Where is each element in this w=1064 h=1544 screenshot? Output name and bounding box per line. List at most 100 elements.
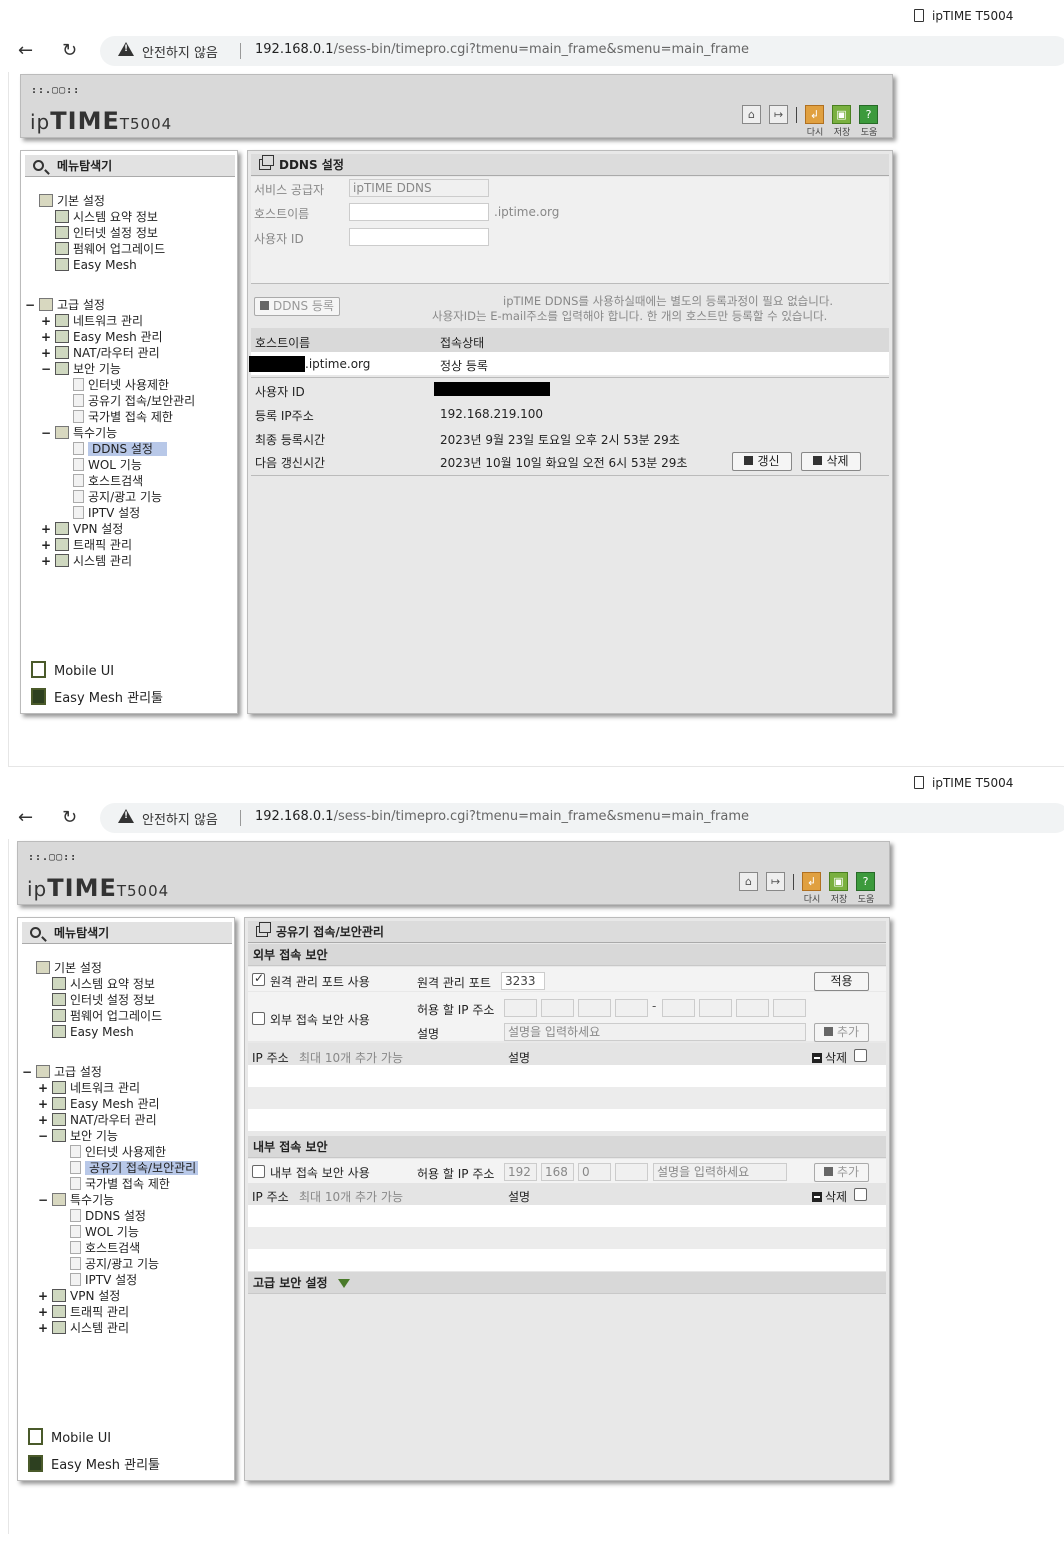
tree-system-summary[interactable]: 시스템 요약 정보 — [52, 976, 155, 992]
collapse-icon[interactable]: − — [38, 1192, 48, 1208]
back-arrow-icon[interactable]: ← — [18, 40, 33, 61]
tree-easymesh[interactable]: Easy Mesh — [55, 257, 137, 273]
tree-internet-info[interactable]: 인터넷 설정 정보 — [55, 225, 158, 241]
help-icon[interactable]: ? — [859, 105, 878, 124]
provider-field[interactable]: ipTIME DDNS — [349, 179, 489, 197]
ext-ip-end-1[interactable] — [662, 999, 695, 1017]
expand-icon[interactable]: + — [38, 1112, 48, 1128]
expand-icon[interactable]: + — [38, 1080, 48, 1096]
back-arrow-icon[interactable]: ← — [18, 807, 33, 828]
tree-internet-info[interactable]: 인터넷 설정 정보 — [52, 992, 155, 1008]
int-ip-1[interactable]: 192 — [504, 1163, 537, 1181]
expand-icon[interactable]: + — [38, 1096, 48, 1112]
browser-tab[interactable]: ipTIME T5004 — [914, 776, 1013, 790]
tree-wol[interactable]: WOL 기능 — [70, 1224, 139, 1240]
tree-advanced[interactable]: − 고급 설정 — [25, 297, 105, 313]
tree-notice[interactable]: 공지/광고 기능 — [73, 489, 162, 505]
external-security-checkbox[interactable] — [252, 1012, 265, 1025]
expand-icon[interactable]: + — [38, 1320, 48, 1336]
userid-input[interactable] — [349, 228, 489, 246]
tree-advanced[interactable]: − 고급 설정 — [22, 1064, 102, 1080]
int-delete-all[interactable]: 삭제 — [812, 1188, 847, 1205]
int-ip-2[interactable]: 168 — [541, 1163, 574, 1181]
ext-ip-start-4[interactable] — [615, 999, 648, 1017]
ext-select-all-checkbox[interactable] — [854, 1049, 867, 1062]
tree-country-limit[interactable]: 국가별 접속 제한 — [70, 1176, 170, 1192]
reload-icon[interactable]: ↻ — [62, 807, 77, 828]
triangle-down-icon[interactable] — [337, 1279, 350, 1288]
expand-icon[interactable]: + — [38, 1304, 48, 1320]
tree-ddns[interactable]: DDNS 설정 — [73, 441, 167, 457]
security-label[interactable]: 안전하지 않음 — [142, 42, 218, 61]
tree-special[interactable]: − 특수기능 — [38, 1192, 114, 1208]
tree-easymesh[interactable]: Easy Mesh — [52, 1024, 134, 1040]
tree-security[interactable]: − 보안 기능 — [41, 361, 121, 377]
security-label[interactable]: 안전하지 않음 — [142, 809, 218, 828]
tree-country-limit[interactable]: 국가별 접속 제한 — [73, 409, 173, 425]
expand-icon[interactable]: + — [41, 521, 51, 537]
collapse-icon[interactable]: − — [25, 297, 35, 313]
advanced-security-header[interactable]: 고급 보안 설정 — [248, 1272, 886, 1294]
tree-easymesh-mgmt[interactable]: + Easy Mesh 관리 — [41, 329, 163, 345]
expand-icon[interactable]: + — [41, 537, 51, 553]
tree-router-access[interactable]: 공유기 접속/보안관리 — [73, 393, 195, 409]
reload-config-icon[interactable]: ↲ — [805, 105, 824, 124]
save-icon[interactable]: ▣ — [832, 105, 851, 124]
internal-security-checkbox[interactable] — [252, 1165, 265, 1178]
expand-icon[interactable]: + — [38, 1288, 48, 1304]
tree-internet-limit[interactable]: 인터넷 사용제한 — [73, 377, 169, 393]
tree-nat[interactable]: + NAT/라우터 관리 — [41, 345, 160, 361]
tree-notice[interactable]: 공지/광고 기능 — [70, 1256, 159, 1272]
tree-vpn[interactable]: + VPN 설정 — [41, 521, 123, 537]
easymesh-tool-link[interactable]: Easy Mesh 관리툴 — [28, 1454, 160, 1473]
collapse-icon[interactable]: − — [22, 1064, 32, 1080]
ext-ip-end-4[interactable] — [773, 999, 806, 1017]
int-desc-input[interactable]: 설명을 입력하세요 — [653, 1163, 787, 1181]
browser-tab[interactable]: ipTIME T5004 — [914, 9, 1013, 23]
tree-easymesh-mgmt[interactable]: + Easy Mesh 관리 — [38, 1096, 160, 1112]
ext-ip-start-3[interactable] — [578, 999, 611, 1017]
ext-desc-input[interactable]: 설명을 입력하세요 — [504, 1023, 806, 1041]
url-text[interactable]: 192.168.0.1/sess-bin/timepro.cgi?tmenu=m… — [255, 42, 749, 57]
tree-system-summary[interactable]: 시스템 요약 정보 — [55, 209, 158, 225]
tree-special[interactable]: − 특수기능 — [41, 425, 117, 441]
mobile-ui-link[interactable]: Mobile UI — [28, 1428, 111, 1446]
expand-icon[interactable]: + — [41, 345, 51, 361]
tree-nat[interactable]: + NAT/라우터 관리 — [38, 1112, 157, 1128]
reload-icon[interactable]: ↻ — [62, 40, 77, 61]
address-bar[interactable]: 안전하지 않음 192.168.0.1/sess-bin/timepro.cgi… — [100, 803, 1064, 833]
tree-network[interactable]: + 네트워크 관리 — [41, 313, 143, 329]
tree-basic[interactable]: 기본 설정 — [36, 960, 102, 976]
tree-basic[interactable]: 기본 설정 — [39, 193, 105, 209]
tree-system[interactable]: + 시스템 관리 — [41, 553, 132, 569]
home-icon[interactable]: ⌂ — [742, 105, 761, 124]
int-select-all-checkbox[interactable] — [854, 1188, 867, 1201]
ext-add-button[interactable]: 추가 — [814, 1023, 869, 1042]
tree-security[interactable]: − 보안 기능 — [38, 1128, 118, 1144]
ext-ip-end-2[interactable] — [699, 999, 732, 1017]
tree-firmware[interactable]: 펌웨어 업그레이드 — [52, 1008, 162, 1024]
ext-ip-end-3[interactable] — [736, 999, 769, 1017]
ext-ip-start-1[interactable] — [504, 999, 537, 1017]
easymesh-tool-link[interactable]: Easy Mesh 관리툴 — [31, 687, 163, 706]
expand-icon[interactable]: + — [41, 553, 51, 569]
delete-button[interactable]: 삭제 — [801, 452, 861, 471]
tree-traffic[interactable]: + 트래픽 관리 — [38, 1304, 129, 1320]
int-ip-4[interactable] — [615, 1163, 648, 1181]
ext-ip-start-2[interactable] — [541, 999, 574, 1017]
tree-vpn[interactable]: + VPN 설정 — [38, 1288, 120, 1304]
tree-iptv[interactable]: IPTV 설정 — [73, 505, 140, 521]
expand-icon[interactable]: + — [41, 329, 51, 345]
logout-icon[interactable]: ↦ — [766, 872, 785, 891]
reload-config-icon[interactable]: ↲ — [802, 872, 821, 891]
home-icon[interactable]: ⌂ — [739, 872, 758, 891]
tree-host-search[interactable]: 호스트검색 — [73, 473, 143, 489]
address-bar[interactable]: 안전하지 않음 192.168.0.1/sess-bin/timepro.cgi… — [100, 36, 1064, 66]
tree-ddns[interactable]: DDNS 설정 — [70, 1208, 146, 1224]
remote-port-input[interactable]: 3233 — [501, 972, 545, 990]
tree-traffic[interactable]: + 트래픽 관리 — [41, 537, 132, 553]
tree-internet-limit[interactable]: 인터넷 사용제한 — [70, 1144, 166, 1160]
remote-port-checkbox[interactable] — [252, 971, 265, 986]
save-icon[interactable]: ▣ — [829, 872, 848, 891]
renew-button[interactable]: 갱신 — [732, 452, 792, 471]
